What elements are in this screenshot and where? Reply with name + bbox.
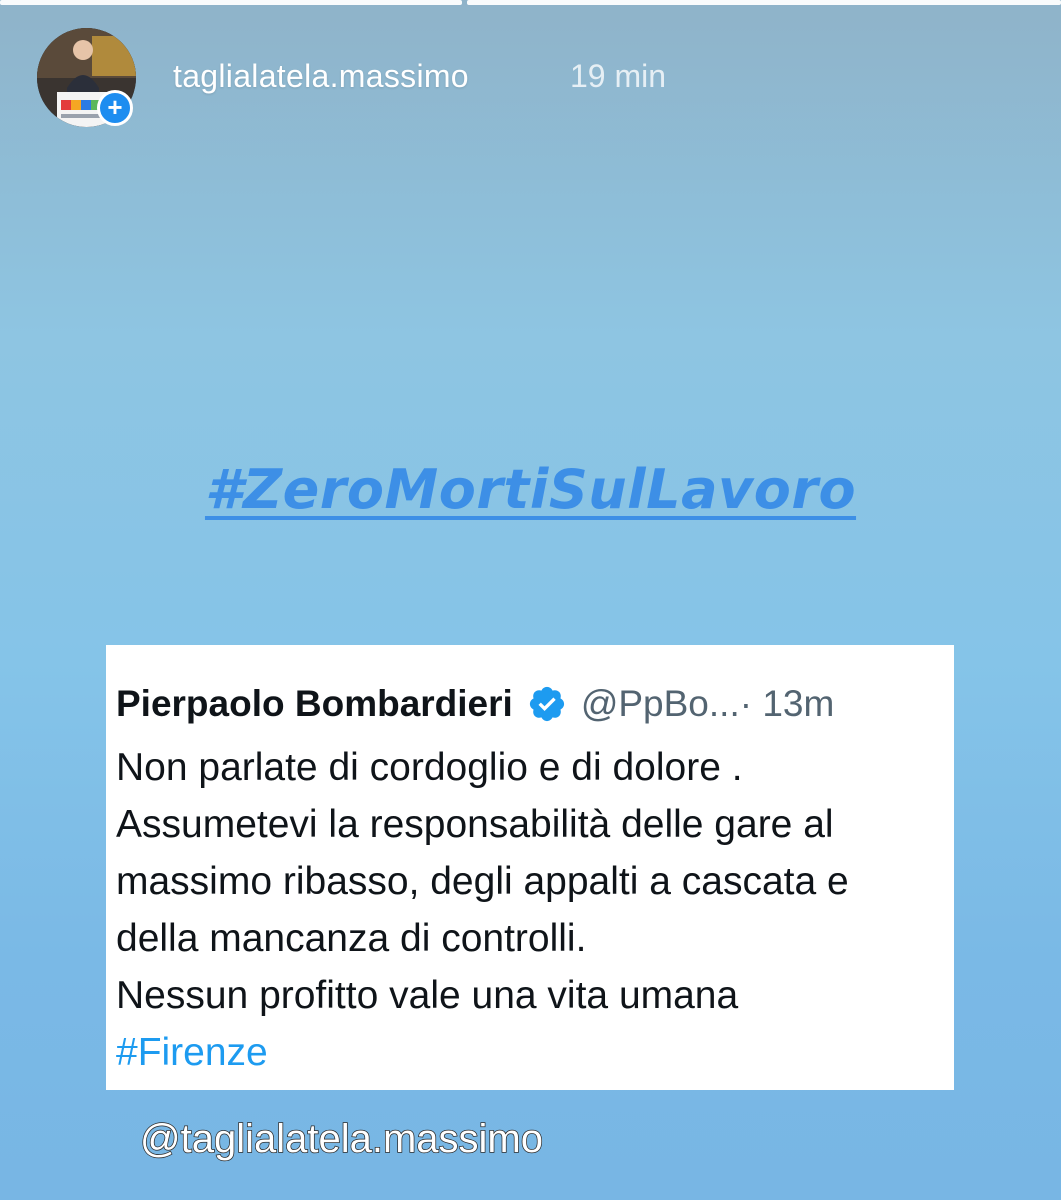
tweet-screenshot: Pierpaolo Bombardieri @PpBo... · 13m Non… <box>106 645 954 1090</box>
tweet-time: · 13m <box>739 683 835 724</box>
tweet-text-line: Assumetevi la responsabilità delle gare … <box>116 803 834 846</box>
post-time: 19 min <box>570 58 667 94</box>
tweet-author-name: Pierpaolo Bombardieri <box>116 683 513 724</box>
tweet-body: Non parlate di cordoglio e di dolore . A… <box>116 739 944 1081</box>
tweet-handle: @PpBo... <box>580 683 740 724</box>
tweet-header: Pierpaolo Bombardieri @PpBo... · 13m <box>116 677 944 731</box>
hashtag-sticker[interactable]: #ZeroMortiSulLavoro <box>0 458 1061 521</box>
mention-sticker[interactable]: @taglialatela.massimo <box>139 1116 544 1162</box>
story-progress-bar <box>0 0 1061 6</box>
author-username[interactable]: taglialatela.massimo <box>173 58 469 95</box>
tweet-text-line: Non parlate di cordoglio e di dolore . <box>116 746 743 789</box>
tweet-text-line: Nessun profitto vale una vita umana <box>116 974 739 1017</box>
tweet-text-line: della mancanza di controlli. <box>116 917 587 960</box>
plus-icon[interactable]: + <box>97 90 133 126</box>
verified-badge-icon <box>527 684 567 724</box>
story-progress-segment <box>0 0 462 5</box>
author-avatar-wrapper[interactable]: + <box>37 28 136 127</box>
story-progress-segment <box>467 0 1061 5</box>
tweet-text-line: massimo ribasso, degli appalti a cascata… <box>116 860 849 903</box>
tweet-hashtag: #Firenze <box>116 1031 268 1074</box>
